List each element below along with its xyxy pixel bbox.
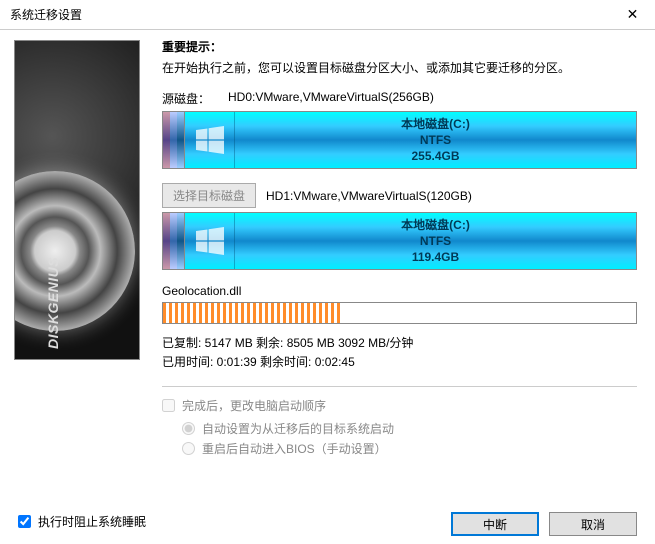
auto-target-row: 自动设置为从迁移后的目标系统启动 [182, 420, 637, 437]
divider [162, 386, 637, 387]
source-label: 源磁盘： [162, 90, 210, 107]
hint-title: 重要提示： [162, 38, 637, 55]
titlebar: 系统迁移设置 ✕ [0, 0, 655, 30]
current-file: Geolocation.dll [162, 284, 637, 298]
auto-target-radio [182, 422, 195, 435]
windows-logo-icon [185, 112, 235, 168]
source-size: 255.4GB [235, 148, 636, 164]
windows-logo-icon [185, 213, 235, 269]
change-boot-row: 完成后，更改电脑启动顺序 [162, 397, 637, 414]
window-title: 系统迁移设置 [10, 6, 610, 23]
reboot-bios-radio [182, 442, 195, 455]
target-part-name: 本地磁盘(C:) [235, 217, 636, 233]
brand-text: DISKGENIUS [45, 257, 61, 349]
close-button[interactable]: ✕ [610, 0, 655, 30]
sidebar: DISKGENIUS [0, 30, 150, 504]
select-target-button[interactable]: 选择目标磁盘 [162, 183, 256, 208]
prevent-sleep-checkbox[interactable] [18, 515, 31, 528]
source-disk-name: HD0:VMware,VMwareVirtualS(256GB) [228, 90, 434, 107]
stats-line2: 已用时间: 0:01:39 剩余时间: 0:02:45 [162, 353, 637, 372]
hint-text: 在开始执行之前，您可以设置目标磁盘分区大小、或添加其它要迁移的分区。 [162, 59, 637, 76]
abort-button[interactable]: 中断 [451, 512, 539, 536]
sidebar-illustration: DISKGENIUS [14, 40, 140, 360]
reboot-bios-row: 重启后自动进入BIOS（手动设置） [182, 440, 637, 457]
target-fs: NTFS [235, 233, 636, 249]
footer: 执行时阻止系统睡眠 中断 取消 [0, 504, 655, 544]
prevent-sleep-row[interactable]: 执行时阻止系统睡眠 [18, 513, 146, 530]
cancel-button[interactable]: 取消 [549, 512, 637, 536]
source-part-name: 本地磁盘(C:) [235, 116, 636, 132]
target-disk-bar: 本地磁盘(C:) NTFS 119.4GB [162, 212, 637, 270]
source-fs: NTFS [235, 132, 636, 148]
progress-bar [162, 302, 637, 324]
source-disk-bar: 本地磁盘(C:) NTFS 255.4GB [162, 111, 637, 169]
target-disk-name: HD1:VMware,VMwareVirtualS(120GB) [266, 189, 472, 203]
reboot-bios-label: 重启后自动进入BIOS（手动设置） [202, 440, 387, 457]
change-boot-checkbox [162, 399, 175, 412]
prevent-sleep-label: 执行时阻止系统睡眠 [38, 513, 146, 530]
auto-target-label: 自动设置为从迁移后的目标系统启动 [202, 420, 394, 437]
target-size: 119.4GB [235, 249, 636, 265]
stats-line1: 已复制: 5147 MB 剩余: 8505 MB 3092 MB/分钟 [162, 334, 637, 353]
main-panel: 重要提示： 在开始执行之前，您可以设置目标磁盘分区大小、或添加其它要迁移的分区。… [150, 30, 655, 504]
change-boot-label: 完成后，更改电脑启动顺序 [182, 397, 326, 414]
